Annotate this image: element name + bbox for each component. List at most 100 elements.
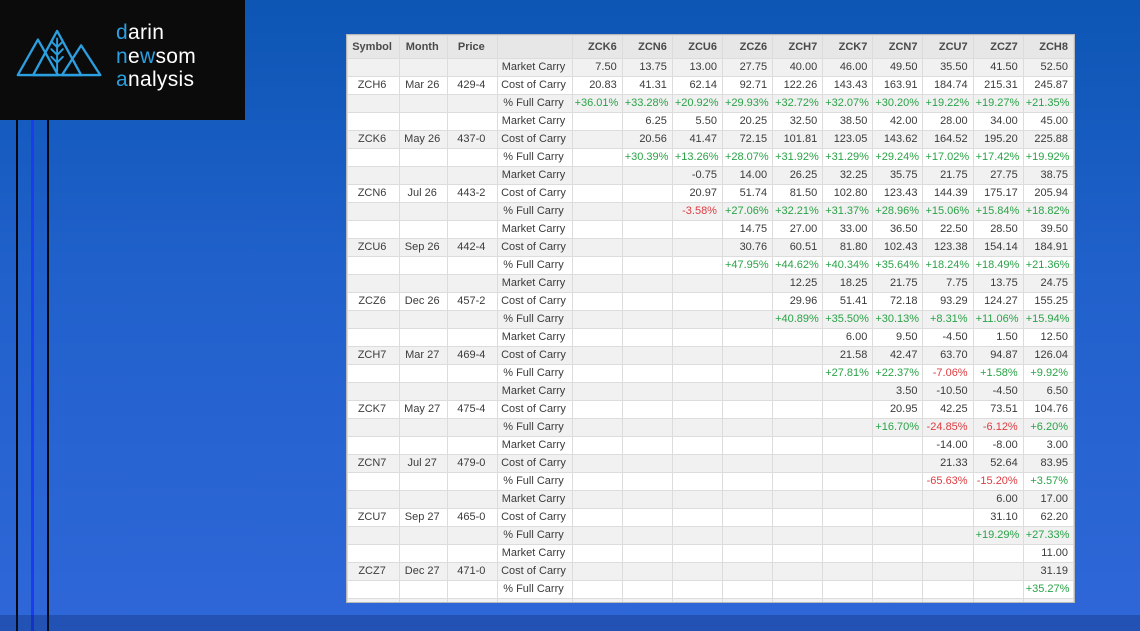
contract-info-cell <box>447 490 499 509</box>
value-cell: 6.00 <box>822 328 874 347</box>
contract-info-cell <box>399 310 449 329</box>
row-label-cell: Cost of Carry <box>497 346 573 365</box>
value-cell <box>721 328 774 347</box>
contract-info-cell <box>447 472 499 491</box>
value-cell: 62.20 <box>1022 508 1074 527</box>
value-cell: 49.50 <box>872 58 924 77</box>
contract-info-cell <box>447 274 499 293</box>
value-cell: 205.94 <box>1022 184 1074 203</box>
contract-info-cell <box>447 382 499 401</box>
decorative-vertical-line-black-right <box>47 120 49 631</box>
value-cell: 13.75 <box>621 58 673 77</box>
value-cell <box>571 184 623 203</box>
carry-table-header: Symbol Month Price ZCK6 ZCN6 ZCU6 ZCZ6 ZCH7 ZCK7… <box>347 35 1074 59</box>
value-cell: +19.22% <box>922 94 974 113</box>
value-cell: -14.00 <box>922 436 974 455</box>
value-cell: -6.12% <box>972 418 1024 437</box>
value-cell: 21.75 <box>922 166 974 185</box>
contract-header-cell: ZCK7 <box>822 35 874 59</box>
carry-table: Symbol Month Price ZCK6 ZCN6 ZCU6 ZCZ6 ZCH7 ZCK7… <box>347 35 1074 602</box>
value-cell: 124.27 <box>972 292 1024 311</box>
value-cell: 30.76 <box>721 238 774 257</box>
value-cell <box>671 328 723 347</box>
value-cell: 39.50 <box>1022 220 1074 239</box>
value-cell <box>621 274 673 293</box>
value-cell <box>721 544 774 563</box>
contract-info-cell: Mar 27 <box>399 346 449 365</box>
contract-info-cell <box>347 436 401 455</box>
value-cell <box>872 598 924 602</box>
value-cell: 143.43 <box>822 76 874 95</box>
value-cell: 102.43 <box>872 238 924 257</box>
table-row: Market Carry 6.25 5.50 20.25 32.50 38.50 42.00… <box>347 112 1074 131</box>
contract-info-cell <box>347 328 401 347</box>
contract-info-cell <box>347 598 401 602</box>
value-cell: +33.28% <box>621 94 673 113</box>
value-cell <box>822 472 874 491</box>
row-label-cell: % Full Carry <box>497 472 573 491</box>
table-row: % Full Carry +19.29% +27.33% <box>347 526 1074 545</box>
contract-info-cell: ZCU6 <box>347 238 401 257</box>
value-cell: 60.51 <box>772 238 824 257</box>
value-cell <box>671 310 723 329</box>
value-cell <box>621 310 673 329</box>
contract-header-cell: ZCH8 <box>1022 35 1074 59</box>
logo: darin newsom analysis <box>0 0 245 120</box>
value-cell <box>671 526 723 545</box>
value-cell <box>721 580 774 599</box>
contract-info-cell: Jul 27 <box>399 454 449 473</box>
value-cell <box>621 184 673 203</box>
carry-table-body: Market Carry 7.50 13.75 13.00 27.75 40.00 46.0… <box>347 58 1074 602</box>
contract-info-cell <box>399 58 449 77</box>
value-cell: +21.36% <box>1022 256 1074 275</box>
value-cell <box>772 418 824 437</box>
contract-info-cell <box>399 436 449 455</box>
value-cell <box>571 490 623 509</box>
table-row: Market Carry 6.00 9.50 -4.50 1.50 12.50 <box>347 328 1074 347</box>
value-cell <box>772 580 824 599</box>
value-cell: +30.13% <box>872 310 924 329</box>
value-cell <box>721 454 774 473</box>
value-cell <box>772 436 824 455</box>
contract-info-cell <box>399 220 449 239</box>
value-cell <box>671 490 723 509</box>
value-cell: 93.29 <box>922 292 974 311</box>
value-cell <box>571 274 623 293</box>
value-cell: +31.37% <box>822 202 874 221</box>
value-cell: -4.50 <box>972 382 1024 401</box>
value-cell: +15.94% <box>1022 310 1074 329</box>
value-cell <box>721 346 774 365</box>
value-cell <box>671 400 723 419</box>
value-cell: +11.06% <box>972 310 1024 329</box>
table-row: % Full Carry +30.39% +13.26% +28.07% +31.92%… <box>347 148 1074 167</box>
value-cell <box>571 166 623 185</box>
row-label-cell: % Full Carry <box>497 310 573 329</box>
value-cell: 42.47 <box>872 346 924 365</box>
value-cell <box>721 436 774 455</box>
contract-info-cell <box>399 256 449 275</box>
value-cell <box>621 400 673 419</box>
value-cell <box>772 328 824 347</box>
row-label-cell: % Full Carry <box>497 580 573 599</box>
contract-info-cell: 457-2 <box>447 292 499 311</box>
contract-info-cell <box>447 418 499 437</box>
contract-info-cell <box>447 364 499 383</box>
value-cell <box>571 418 623 437</box>
value-cell <box>571 544 623 563</box>
value-cell: 104.76 <box>1022 400 1074 419</box>
value-cell: +32.72% <box>772 94 824 113</box>
value-cell: 62.14 <box>671 76 723 95</box>
contract-info-cell <box>347 94 401 113</box>
value-cell <box>671 418 723 437</box>
contract-header-cell: ZCZ7 <box>972 35 1024 59</box>
table-row: % Full Carry +36.01% +33.28% +20.92% +29.93%… <box>347 94 1074 113</box>
value-cell: 12.50 <box>1022 328 1074 347</box>
value-cell <box>872 562 924 581</box>
contract-info-cell <box>347 148 401 167</box>
logo-word: darin <box>116 21 165 44</box>
value-cell: +30.39% <box>621 148 673 167</box>
contract-info-cell <box>447 544 499 563</box>
contract-info-cell <box>347 364 401 383</box>
value-cell: +27.33% <box>1022 526 1074 545</box>
value-cell <box>571 562 623 581</box>
